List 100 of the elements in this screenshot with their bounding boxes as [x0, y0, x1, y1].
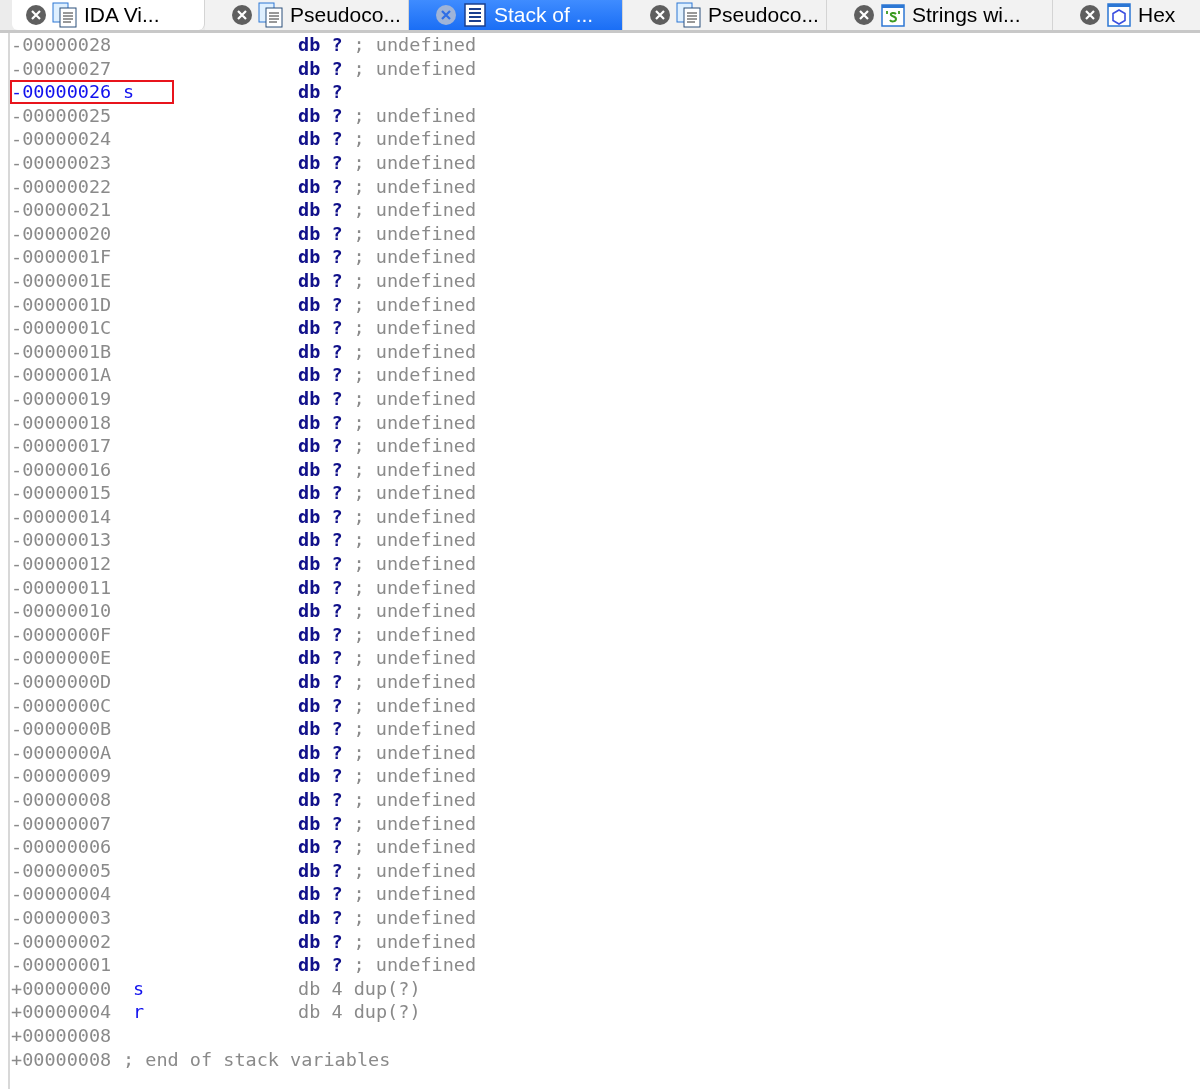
offset: +00000004 — [10, 1000, 113, 1024]
document-icon — [676, 2, 702, 28]
comment: ; undefined — [353, 764, 477, 788]
offset: -00000028 — [10, 33, 113, 57]
comment: ; undefined — [353, 221, 477, 246]
close-icon[interactable] — [1080, 5, 1100, 25]
offset: -0000000B — [10, 717, 113, 741]
listing-row[interactable]: -00000009 db ? ; undefined — [10, 764, 1200, 788]
listing-row[interactable]: -00000019 db ? ; undefined — [10, 386, 1200, 411]
listing-row[interactable]: -0000000D db ? ; undefined — [10, 670, 1200, 694]
directive: db ? — [298, 481, 343, 505]
listing-row[interactable]: -00000001 db ? ; undefined — [10, 953, 1200, 977]
close-icon[interactable] — [232, 5, 252, 25]
close-icon[interactable] — [26, 5, 46, 25]
offset: +00000000 — [10, 976, 113, 1001]
listing-row[interactable]: -00000004 db ? ; undefined — [10, 882, 1200, 906]
offset: -00000004 — [10, 882, 113, 906]
offset: -0000001F — [10, 245, 113, 269]
listing-row[interactable]: -00000018 db ? ; undefined — [10, 410, 1200, 435]
listing-row[interactable]: -0000000B db ? ; undefined — [10, 717, 1200, 741]
offset: -00000024 — [10, 127, 113, 151]
listing-row[interactable]: -0000001D db ? ; undefined — [10, 292, 1200, 317]
listing-row[interactable]: -00000007 db ? ; undefined — [10, 811, 1200, 836]
tab[interactable]: Pseudoco... — [205, 0, 409, 30]
comment: ; undefined — [353, 788, 477, 812]
listing-row[interactable]: -00000013 db ? ; undefined — [10, 528, 1200, 553]
listing-row[interactable]: -00000010 db ? ; undefined — [10, 599, 1200, 623]
directive: db ? — [298, 410, 343, 435]
directive: db ? — [298, 127, 343, 151]
offset: -00000013 — [10, 528, 113, 553]
listing-row[interactable]: -0000001C db ? ; undefined — [10, 316, 1200, 340]
listing-row[interactable]: -0000000C db ? ; undefined — [10, 693, 1200, 718]
directive: db ? — [298, 268, 343, 293]
listing-row[interactable]: -00000005 db ? ; undefined — [10, 858, 1200, 883]
listing-row[interactable]: -00000016 db ? ; undefined — [10, 457, 1200, 482]
directive: db ? — [298, 811, 343, 836]
listing-row[interactable]: -00000027 db ? ; undefined — [10, 56, 1200, 81]
listing-row[interactable]: +00000000 s db 4 dup(?) — [10, 976, 1200, 1001]
comment: ; undefined — [353, 740, 477, 765]
offset: -00000023 — [10, 150, 113, 175]
directive: db ? — [298, 386, 343, 411]
offset: -00000017 — [10, 434, 113, 458]
listing-row[interactable]: +00000004 r db 4 dup(?) — [10, 1000, 1200, 1024]
listing-row[interactable]: -00000025 db ? ; undefined — [10, 103, 1200, 128]
offset: -00000008 — [10, 788, 113, 812]
listing-row[interactable]: +00000008 ; end of stack variables — [10, 1047, 1200, 1072]
comment: ; undefined — [353, 245, 477, 269]
offset: -00000025 — [10, 103, 113, 128]
listing-row[interactable]: -00000008 db ? ; undefined — [10, 788, 1200, 812]
comment: ; undefined — [353, 646, 477, 671]
directive: db ? — [298, 174, 343, 199]
offset: -00000001 — [10, 953, 113, 977]
offset: -00000009 — [10, 764, 113, 788]
directive: db ? — [298, 434, 343, 458]
listing-row[interactable]: -00000022 db ? ; undefined — [10, 174, 1200, 199]
listing-row[interactable]: -00000024 db ? ; undefined — [10, 127, 1200, 151]
listing-row[interactable]: -00000017 db ? ; undefined — [10, 434, 1200, 458]
listing-row[interactable]: -00000006 db ? ; undefined — [10, 835, 1200, 859]
listing-row[interactable]: -00000012 db ? ; undefined — [10, 552, 1200, 576]
directive: db ? — [298, 316, 343, 340]
listing-row[interactable]: +00000008 — [10, 1023, 1200, 1048]
offset: -0000000D — [10, 670, 113, 694]
comment: ; undefined — [353, 363, 477, 387]
listing-row[interactable]: -00000015 db ? ; undefined — [10, 481, 1200, 505]
tab[interactable]: Stack of ... — [409, 0, 623, 30]
directive: db ? — [298, 646, 343, 671]
listing-row[interactable]: -00000023 db ? ; undefined — [10, 150, 1200, 175]
tab[interactable]: IDA Vi... — [12, 0, 205, 30]
tab[interactable]: Hex — [1053, 0, 1200, 30]
close-icon[interactable] — [650, 5, 670, 25]
directive: db ? — [298, 929, 343, 954]
comment: ; undefined — [353, 929, 477, 954]
listing-row[interactable]: -0000001A db ? ; undefined — [10, 363, 1200, 387]
listing-row[interactable]: -0000000F db ? ; undefined — [10, 622, 1200, 647]
directive: db ? — [298, 103, 343, 128]
listing-row[interactable]: -00000028 db ? ; undefined — [10, 33, 1200, 57]
close-icon[interactable] — [854, 5, 874, 25]
comment: ; undefined — [353, 103, 477, 128]
offset: -0000000E — [10, 646, 113, 671]
directive: db ? — [298, 835, 343, 859]
directive: db ? — [298, 599, 343, 623]
listing-row[interactable]: -0000001B db ? ; undefined — [10, 339, 1200, 364]
listing-row[interactable]: -00000014 db ? ; undefined — [10, 504, 1200, 529]
directive: db ? — [298, 80, 343, 104]
comment: ; undefined — [353, 150, 477, 175]
listing-row[interactable]: -00000021 db ? ; undefined — [10, 198, 1200, 222]
listing-row[interactable]: -00000020 db ? ; undefined — [10, 221, 1200, 246]
offset: -00000015 — [10, 481, 113, 505]
listing-row[interactable]: -0000001E db ? ; undefined — [10, 268, 1200, 293]
tab[interactable]: Pseudoco... — [623, 0, 827, 30]
listing-row[interactable]: -0000001F db ? ; undefined — [10, 245, 1200, 269]
listing-row[interactable]: -00000002 db ? ; undefined — [10, 929, 1200, 954]
listing-row[interactable]: -0000000A db ? ; undefined — [10, 740, 1200, 765]
listing-row[interactable]: -00000011 db ? ; undefined — [10, 575, 1200, 600]
listing-row[interactable]: -00000003 db ? ; undefined — [10, 905, 1200, 930]
directive: db ? — [298, 575, 343, 600]
offset: -0000001E — [10, 268, 113, 293]
listing-row[interactable]: -0000000E db ? ; undefined — [10, 646, 1200, 671]
tab[interactable]: Strings wi... — [827, 0, 1053, 30]
offset: -00000010 — [10, 599, 113, 623]
